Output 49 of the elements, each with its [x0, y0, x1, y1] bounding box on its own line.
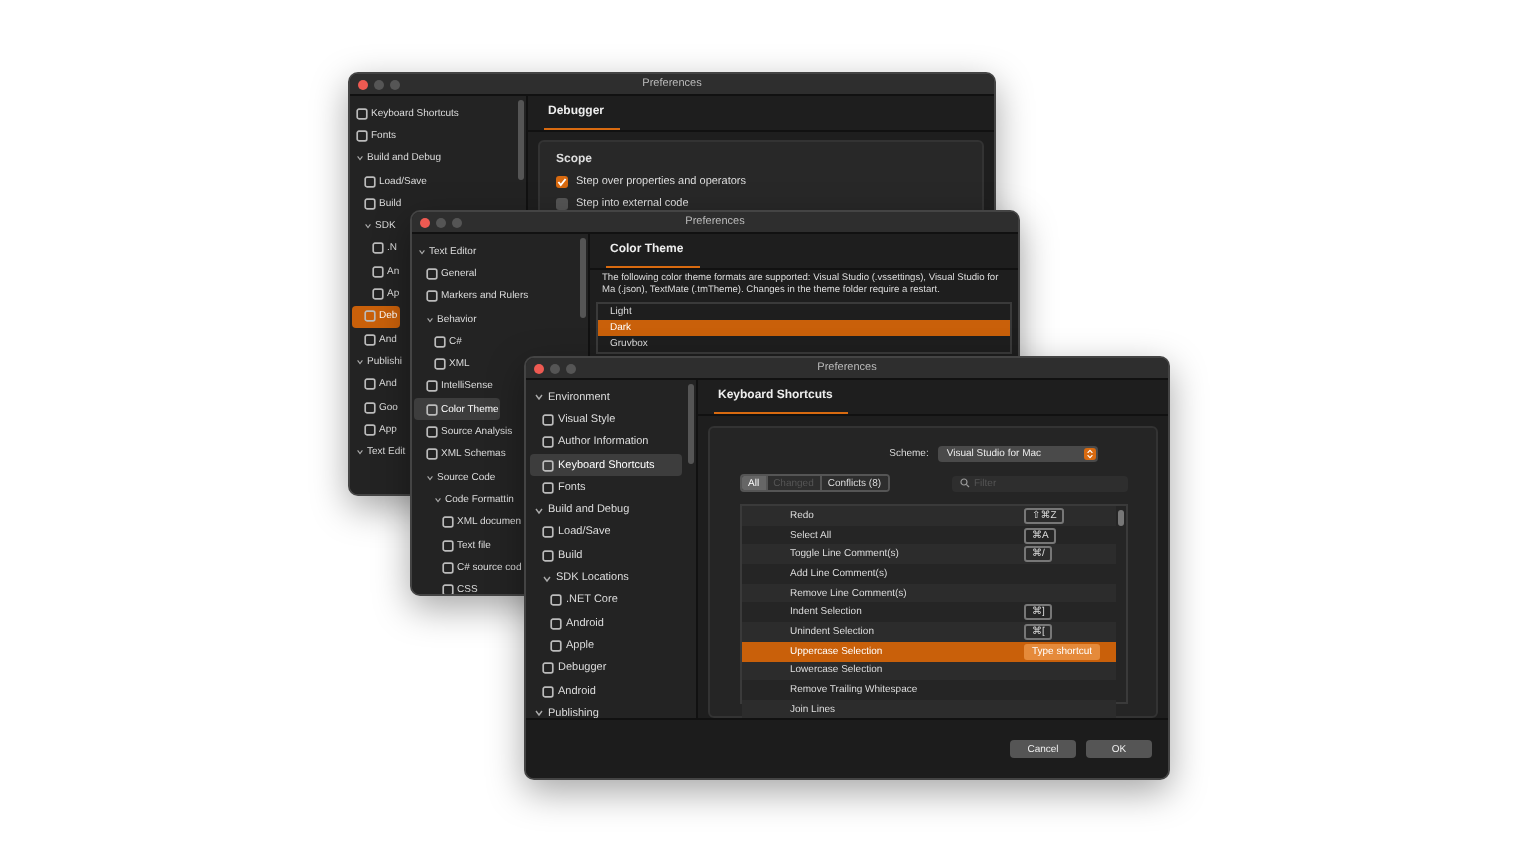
scrollbar[interactable]	[518, 100, 524, 180]
scrollbar[interactable]	[580, 238, 586, 318]
square-icon	[372, 265, 384, 278]
stepper-icon	[1084, 448, 1097, 460]
close-button[interactable]	[534, 363, 544, 373]
square-icon	[434, 358, 446, 371]
close-button[interactable]	[358, 79, 368, 89]
square-icon	[434, 335, 446, 348]
square-icon	[364, 197, 376, 210]
square-icon	[426, 380, 438, 393]
checkbox[interactable]	[556, 176, 568, 188]
square-icon	[442, 561, 454, 574]
square-icon	[542, 549, 554, 562]
square-icon	[356, 129, 368, 142]
search-icon	[960, 478, 970, 488]
square-icon	[542, 662, 554, 675]
chevron-icon[interactable]	[534, 505, 544, 516]
square-icon	[542, 459, 554, 472]
square-icon	[364, 378, 376, 391]
square-icon	[542, 436, 554, 449]
square-icon	[364, 310, 376, 323]
chevron-icon[interactable]	[542, 573, 552, 584]
square-icon	[372, 242, 384, 255]
square-icon	[426, 448, 438, 461]
square-icon	[442, 539, 454, 551]
square-icon	[364, 175, 376, 188]
scrollbar[interactable]	[688, 384, 694, 464]
square-icon	[542, 413, 554, 426]
square-icon	[426, 267, 438, 280]
chevron-icon[interactable]	[534, 392, 544, 403]
square-icon	[426, 426, 438, 439]
square-icon	[356, 107, 368, 120]
square-icon	[426, 290, 438, 303]
checkbox[interactable]	[556, 198, 568, 210]
close-button[interactable]	[420, 217, 430, 227]
square-icon	[426, 403, 438, 416]
square-icon	[372, 288, 384, 301]
square-icon	[550, 617, 562, 630]
square-icon	[542, 685, 554, 697]
scrollbar[interactable]	[1118, 510, 1124, 526]
chevron-icon[interactable]	[534, 708, 544, 718]
square-icon	[550, 594, 562, 607]
square-icon	[364, 401, 376, 413]
square-icon	[442, 516, 454, 529]
square-icon	[364, 333, 376, 346]
square-icon	[542, 526, 554, 539]
square-icon	[364, 423, 376, 436]
square-icon	[550, 639, 562, 652]
square-icon	[542, 481, 554, 494]
